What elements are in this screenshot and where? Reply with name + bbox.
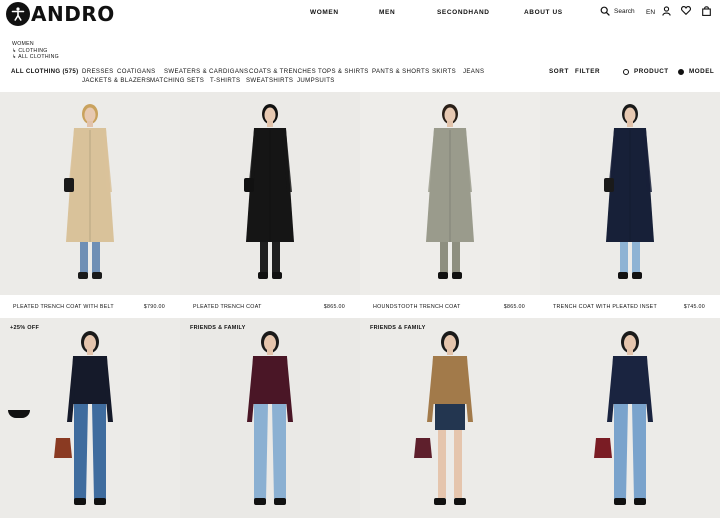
category-skirts[interactable]: SKIRTS [432,68,456,75]
view-product-option[interactable]: PRODUCT [623,68,669,75]
cart-button[interactable] [702,6,711,16]
radio-on-icon [678,68,684,75]
nav-men[interactable]: MEN [379,9,395,16]
accessibility-icon[interactable] [6,2,30,26]
promo-badge: +25% OFF [10,325,40,331]
product-image[interactable] [360,318,540,518]
product-name[interactable]: PLEATED TRENCH COAT WITH BELT [13,304,114,310]
product-image[interactable] [360,92,540,295]
category-bar: ALL CLOTHING (575) DRESSES COATIGANS SWE… [11,68,531,88]
model-figure [414,331,473,505]
shopping-bag-icon [702,6,711,16]
category-dresses[interactable]: DRESSES [82,68,114,75]
nav-secondhand[interactable]: SECONDHAND [437,9,490,16]
category-coats-trenches[interactable]: COATS & TRENCHES [249,68,316,75]
product-name[interactable]: PLEATED TRENCH COAT [193,304,262,310]
promo-badge: FRIENDS & FAMILY [370,325,426,331]
product-caption: PLEATED TRENCH COAT WITH BELT $790.00 [0,295,180,318]
user-icon [662,6,671,16]
category-tops-shirts[interactable]: TOPS & SHIRTS [318,68,369,75]
product-price: $865.00 [323,304,345,310]
nav-women[interactable]: WOMEN [310,9,339,16]
category-sweaters-cardigans[interactable]: SWEATERS & CARDIGANS [164,68,248,75]
product-name[interactable]: HOUNDSTOOTH TRENCH COAT [373,304,461,310]
model-figure [594,331,653,505]
brand-logo[interactable]: ANDRO [6,2,115,26]
heart-icon [681,6,691,15]
search-icon [600,6,610,16]
account-button[interactable] [662,6,671,16]
product-price: $790.00 [143,304,165,310]
product-image[interactable] [180,318,360,518]
product-image[interactable] [540,318,720,518]
category-all-clothing[interactable]: ALL CLOTHING (575) [11,68,78,75]
model-figure [426,104,474,279]
product-caption: HOUNDSTOOTH TRENCH COAT $865.00 [360,295,540,318]
view-model-option[interactable]: MODEL [678,68,714,75]
product-price: $865.00 [503,304,525,310]
product-card[interactable] [540,318,720,520]
category-coatigans[interactable]: COATIGANS [117,68,156,75]
category-sweatshirts[interactable]: SWEATSHIRTS [246,77,293,84]
model-figure [244,104,294,279]
breadcrumb-item[interactable]: ↳ ALL CLOTHING [12,54,59,61]
product-card[interactable]: TRENCH COAT WITH PLEATED INSET $745.00 [540,92,720,318]
model-figure [64,104,114,279]
product-card[interactable]: +25% OFF [0,318,180,520]
category-pants-shorts[interactable]: PANTS & SHORTS [372,68,430,75]
site-header: ANDRO WOMEN MEN SECONDHAND ABOUT US Sear… [0,0,720,30]
product-image[interactable] [180,92,360,295]
product-image[interactable] [0,318,180,518]
category-matching-sets[interactable]: MATCHING SETS [150,77,204,84]
product-card[interactable]: PLEATED TRENCH COAT $865.00 [180,92,360,318]
view-product-label: PRODUCT [634,68,669,75]
filter-button[interactable]: FILTER [575,68,600,75]
product-card[interactable]: FRIENDS & FAMILY [360,318,540,520]
promo-badge: FRIENDS & FAMILY [190,325,246,331]
nav-about-us[interactable]: ABOUT US [524,9,563,16]
model-figure [54,331,113,505]
sort-button[interactable]: SORT [549,68,569,75]
category-jackets-blazers[interactable]: JACKETS & BLAZERS [82,77,151,84]
product-card[interactable]: PLEATED TRENCH COAT WITH BELT $790.00 [0,92,180,318]
brand-name: ANDRO [31,2,115,26]
product-card[interactable]: HOUNDSTOOTH TRENCH COAT $865.00 [360,92,540,318]
radio-off-icon [623,68,629,75]
search-label: Search [614,7,635,15]
product-caption: PLEATED TRENCH COAT $865.00 [180,295,360,318]
category-t-shirts[interactable]: T-SHIRTS [210,77,240,84]
wishlist-button[interactable] [681,6,691,15]
breadcrumb: WOMEN ↳ CLOTHING ↳ ALL CLOTHING [12,41,59,61]
product-image[interactable] [0,92,180,295]
view-model-label: MODEL [689,68,715,75]
product-grid: PLEATED TRENCH COAT WITH BELT $790.00 PLEA… [0,92,720,520]
model-figure [604,104,654,279]
product-card[interactable]: FRIENDS & FAMILY [180,318,360,520]
category-jeans[interactable]: JEANS [463,68,484,75]
category-jumpsuits[interactable]: JUMPSUITS [297,77,335,84]
product-caption: TRENCH COAT WITH PLEATED INSET $745.00 [540,295,720,318]
product-name[interactable]: TRENCH COAT WITH PLEATED INSET [553,304,657,310]
model-figure [247,331,293,505]
product-price: $745.00 [683,304,705,310]
search-button[interactable]: Search [600,6,635,16]
language-selector[interactable]: EN [646,9,655,16]
product-image[interactable] [540,92,720,295]
